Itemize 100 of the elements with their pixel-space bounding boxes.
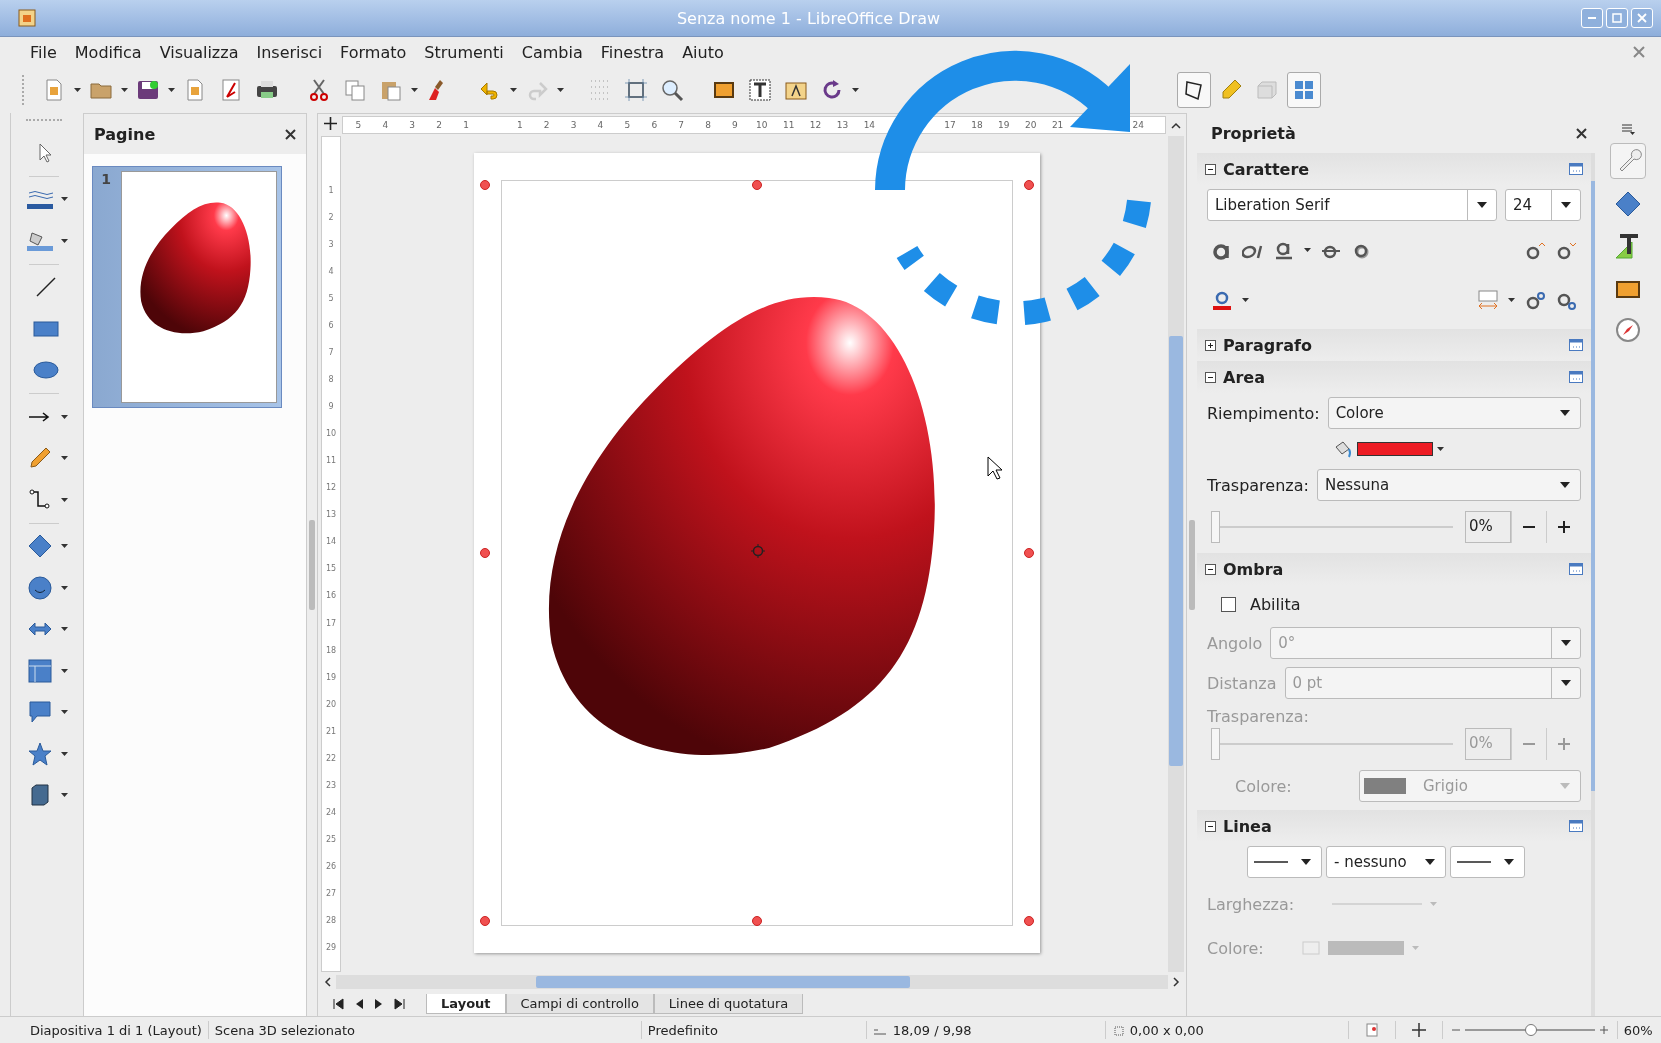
dropdown-arrow-icon[interactable] (61, 668, 68, 673)
layer-tab[interactable]: Linee di quotatura (653, 994, 804, 1014)
line-style-dropdown[interactable]: - nessuno (1326, 846, 1446, 878)
dropdown-arrow-icon (1477, 202, 1487, 208)
close-icon[interactable] (1576, 127, 1587, 139)
dropdown-arrow-icon (1560, 482, 1570, 488)
next-tab-icon[interactable] (374, 998, 384, 1010)
superscript-icon[interactable] (1524, 290, 1546, 310)
dropdown-arrow-icon[interactable] (61, 456, 68, 461)
menu-item[interactable]: Visualizza (151, 39, 247, 65)
more-options-icon[interactable] (1569, 820, 1583, 832)
points-button[interactable] (1177, 72, 1211, 108)
sidebar-menu-icon[interactable] (1621, 123, 1635, 135)
scroll-left-icon[interactable] (324, 977, 332, 987)
zoom-in-icon[interactable] (1598, 1025, 1609, 1035)
dropdown-arrow-icon[interactable] (121, 88, 128, 92)
expand-icon[interactable] (1205, 339, 1216, 351)
layer-tab[interactable]: Campi di controllo (505, 994, 654, 1014)
dropdown-arrow-icon[interactable] (168, 88, 175, 92)
dropdown-arrow-icon[interactable] (61, 793, 68, 798)
more-options-icon[interactable] (1569, 339, 1583, 351)
properties-tab[interactable] (1610, 143, 1646, 179)
scroll-right-icon[interactable] (1172, 977, 1180, 987)
ruler-origin-icon[interactable] (323, 117, 337, 130)
collapse-icon[interactable] (1205, 163, 1216, 175)
font-name-field[interactable]: Liberation Serif (1207, 189, 1497, 221)
selection-handle[interactable] (1023, 548, 1034, 558)
selection-handle[interactable] (752, 916, 762, 926)
fit-page-icon[interactable] (1411, 1023, 1426, 1037)
dropdown-arrow-icon[interactable] (1437, 447, 1444, 451)
ruler-label: 29 (325, 942, 337, 952)
page-thumbnail[interactable]: 1 (92, 166, 282, 408)
dropdown-arrow-icon[interactable] (557, 88, 564, 92)
selection-handle[interactable] (480, 916, 491, 926)
vertical-scrollbar[interactable] (1591, 153, 1595, 1016)
ruler-label: 6 (328, 321, 334, 331)
close-document-icon[interactable] (1633, 46, 1645, 58)
dropdown-arrow-icon[interactable] (61, 627, 68, 632)
fill-color-swatch[interactable] (1357, 442, 1433, 456)
transparency-field[interactable]: 0% (1465, 511, 1511, 543)
zoom-icon (660, 78, 684, 102)
selection-handle[interactable] (480, 548, 491, 558)
arrow-style-dropdown[interactable] (1247, 846, 1322, 878)
scrollbar-thumb[interactable] (535, 976, 911, 988)
dropdown-arrow-icon[interactable] (1508, 298, 1515, 302)
dropdown-arrow-icon[interactable] (61, 238, 68, 243)
scrollbar-thumb[interactable] (1591, 181, 1595, 791)
menu-item[interactable]: Modifica (66, 39, 150, 65)
menu-item[interactable]: File (22, 39, 65, 65)
arrow-style-dropdown[interactable] (1450, 846, 1525, 878)
decrease-font-icon[interactable] (1555, 240, 1577, 260)
dropdown-arrow-icon[interactable] (1242, 298, 1249, 302)
more-options-icon[interactable] (1569, 563, 1583, 575)
dropdown-arrow-icon[interactable] (510, 88, 517, 92)
vertical-scrollbar[interactable] (1168, 136, 1184, 972)
last-tab-icon[interactable] (394, 998, 406, 1010)
menu-item[interactable]: Finestra (592, 39, 673, 65)
selection-handle[interactable] (1023, 180, 1034, 190)
horizontal-scrollbar[interactable] (336, 975, 1168, 989)
font-color-icon[interactable] (1211, 289, 1233, 311)
menu-item[interactable]: Strumenti (416, 39, 512, 65)
dropdown-arrow-icon[interactable] (74, 88, 81, 92)
scrollbar-thumb[interactable] (1169, 336, 1183, 766)
scroll-up-icon[interactable] (1171, 121, 1181, 129)
menu-item[interactable]: Inserisci (248, 39, 331, 65)
slider-thumb[interactable] (1211, 511, 1220, 543)
paint-bucket-icon[interactable] (1333, 440, 1353, 458)
close-icon[interactable] (285, 128, 296, 140)
selection-handle[interactable] (480, 180, 491, 190)
fill-type-dropdown[interactable]: Colore (1327, 397, 1581, 429)
dropdown-arrow-icon[interactable] (61, 197, 68, 202)
font-size-field[interactable]: 24 (1505, 189, 1581, 221)
character-spacing-icon[interactable] (1477, 289, 1499, 311)
selection-handle[interactable] (752, 180, 762, 190)
menu-item[interactable]: Cambia (513, 39, 591, 65)
menu-item[interactable]: Aiuto (674, 39, 732, 65)
first-tab-icon[interactable] (332, 998, 344, 1010)
transparency-dropdown[interactable]: Nessuna (1316, 469, 1581, 501)
selection-handle[interactable] (1023, 916, 1034, 926)
increase-font-icon[interactable] (1524, 240, 1546, 260)
more-options-icon[interactable] (1569, 163, 1583, 175)
collapse-icon[interactable] (1205, 371, 1216, 383)
dropdown-arrow-icon[interactable] (61, 414, 68, 419)
dropdown-arrow-icon[interactable] (61, 751, 68, 756)
underline-icon[interactable] (1273, 240, 1295, 260)
previous-tab-icon[interactable] (354, 998, 364, 1010)
more-options-icon[interactable] (1569, 371, 1583, 383)
dropdown-arrow-icon[interactable] (61, 497, 68, 502)
menu-item[interactable]: Formato (332, 39, 415, 65)
dropdown-arrow-icon[interactable] (1304, 248, 1311, 252)
toggle-extrusion-button[interactable] (1287, 72, 1321, 108)
toolbar-grip[interactable] (26, 119, 62, 124)
dropdown-arrow-icon[interactable] (61, 710, 68, 715)
collapse-icon[interactable] (1205, 820, 1216, 832)
dropdown-arrow-icon[interactable] (61, 585, 68, 590)
dropdown-arrow-icon[interactable] (411, 88, 418, 92)
dropdown-arrow-icon[interactable] (61, 544, 68, 549)
slider-thumb[interactable] (1524, 1024, 1537, 1036)
dropdown-arrow-icon[interactable] (852, 88, 859, 92)
layer-tab[interactable]: Layout (426, 994, 506, 1014)
